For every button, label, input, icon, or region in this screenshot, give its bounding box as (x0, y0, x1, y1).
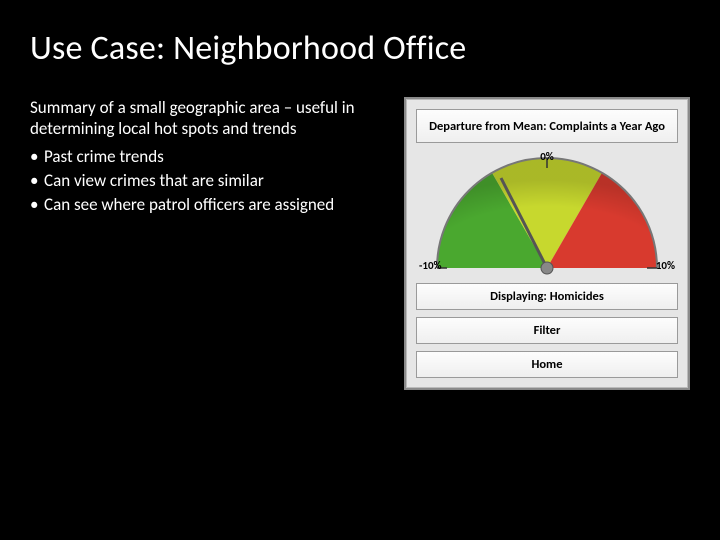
slide-title: Use Case: Neighborhood Office (0, 0, 720, 69)
gauge-max-label: 10% (656, 259, 675, 272)
gauge-widget: Departure from Mean: Complaints a Year A… (404, 97, 690, 390)
gauge-svg (417, 150, 677, 275)
gauge-chart: 0% -10% 10% (417, 150, 677, 275)
widget-column: Departure from Mean: Complaints a Year A… (404, 97, 690, 390)
widget-header-button[interactable]: Departure from Mean: Complaints a Year A… (416, 109, 678, 143)
summary-text: Summary of a small geographic area – use… (30, 97, 380, 140)
displaying-button[interactable]: Displaying: Homicides (416, 283, 678, 310)
home-button[interactable]: Home (416, 351, 678, 378)
list-item: Past crime trends (30, 146, 380, 167)
list-item: Can see where patrol officers are assign… (30, 194, 380, 215)
bullet-list: Past crime trends Can view crimes that a… (30, 146, 380, 216)
text-column: Summary of a small geographic area – use… (30, 97, 380, 390)
gauge-min-label: -10% (419, 259, 442, 272)
gauge-mid-label: 0% (540, 150, 554, 163)
list-item: Can view crimes that are similar (30, 170, 380, 191)
filter-button[interactable]: Filter (416, 317, 678, 344)
content-row: Summary of a small geographic area – use… (0, 69, 720, 390)
